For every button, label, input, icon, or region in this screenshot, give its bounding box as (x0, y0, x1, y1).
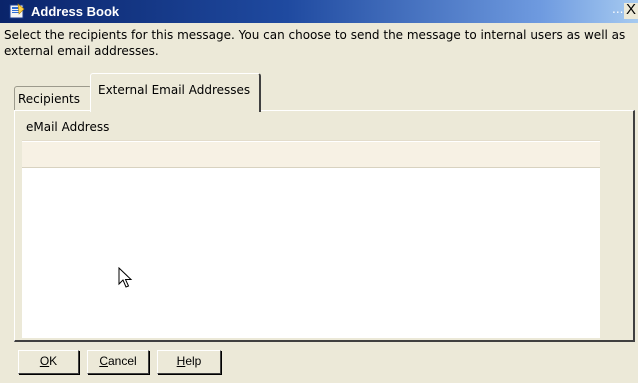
tab-recipients-label: Recipients (18, 92, 81, 106)
instructions-text: Select the recipients for this message. … (4, 28, 626, 58)
close-button[interactable]: X (624, 1, 638, 19)
address-book-icon (9, 3, 25, 19)
email-address-input-row[interactable] (22, 142, 600, 168)
help-button[interactable]: Help (157, 350, 221, 374)
tab-external-email-addresses[interactable]: External Email Addresses (90, 73, 261, 112)
tab-external-label: External Email Addresses (98, 83, 251, 97)
ok-mnemonic: O (39, 354, 50, 368)
column-header-email[interactable]: eMail Address (22, 116, 600, 141)
tab-recipients[interactable]: Recipients (14, 86, 92, 110)
cancel-button[interactable]: Cancel (87, 350, 149, 374)
window-title: Address Book (31, 4, 120, 19)
cancel-mnemonic: C (99, 354, 108, 368)
email-address-grid[interactable]: eMail Address (22, 116, 600, 338)
mouse-pointer-icon (118, 267, 133, 288)
title-bar[interactable]: Address Book ... X (0, 0, 638, 23)
title-ellipsis: ... (612, 2, 624, 16)
column-header-label: eMail Address (26, 120, 110, 134)
help-label-rest: elp (185, 354, 202, 368)
ok-button[interactable]: OK (18, 350, 79, 374)
ok-label-rest: K (49, 354, 58, 368)
cancel-label-rest: ancel (107, 354, 137, 368)
close-icon: X (626, 1, 637, 18)
